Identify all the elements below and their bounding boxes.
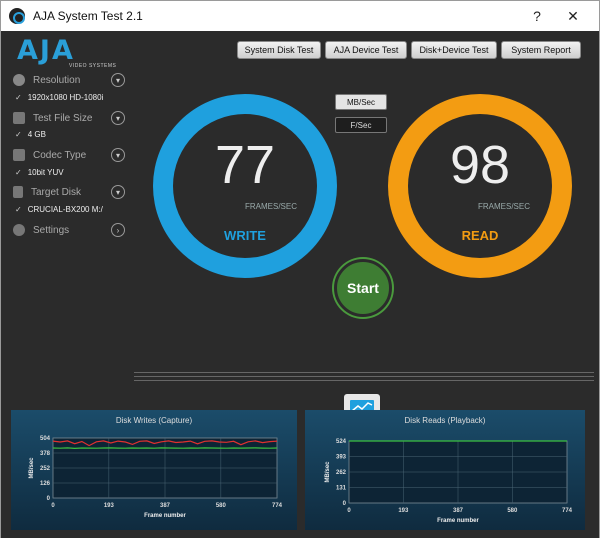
divider-line xyxy=(134,376,594,377)
y-tick-label: 524 xyxy=(336,439,347,445)
disk-icon xyxy=(13,186,23,198)
disk-reads-panel: Disk Reads (Playback) 0 131 262 393 524 0 193 3… xyxy=(305,410,585,530)
y-tick-label: 131 xyxy=(336,486,347,492)
title-bar: AJA System Test 2.1 ? ✕ xyxy=(1,1,599,31)
mbsec-toggle[interactable]: MB/Sec xyxy=(335,94,387,110)
y-tick-label: 504 xyxy=(40,436,51,442)
sidebar-item-label: Test File Size xyxy=(33,112,93,124)
read-label: READ xyxy=(461,228,499,243)
resolution-value: ✓ 1920x1080 HD-1080i xyxy=(15,93,103,102)
y-tick-label: 252 xyxy=(40,466,51,472)
write-value: 77 xyxy=(214,135,276,195)
close-button[interactable]: ✕ xyxy=(555,1,591,31)
read-value: 98 xyxy=(449,135,511,195)
x-tick-label: 580 xyxy=(216,503,227,509)
y-tick-label: 0 xyxy=(47,496,51,502)
y-tick-label: 126 xyxy=(40,481,51,487)
sidebar-item-target-disk[interactable]: Target Disk ▾ xyxy=(13,183,125,201)
write-label: WRITE xyxy=(224,228,266,243)
window-title: AJA System Test 2.1 xyxy=(33,9,143,23)
fsec-toggle[interactable]: F/Sec xyxy=(335,117,387,133)
y-tick-label: 262 xyxy=(336,470,347,476)
tab-disk-device-test[interactable]: Disk+Device Test xyxy=(411,41,497,59)
disk-writes-panel: Disk Writes (Capture) 0 126 252 378 504 0 193 3… xyxy=(11,410,297,530)
divider-line xyxy=(134,372,594,373)
chevron-down-icon[interactable]: ▾ xyxy=(111,111,125,125)
x-tick-label: 774 xyxy=(272,503,283,509)
sidebar-item-test-file-size[interactable]: Test File Size ▾ xyxy=(13,109,125,127)
y-axis-label: MB/sec xyxy=(29,457,35,479)
x-tick-label: 774 xyxy=(562,508,573,514)
help-button[interactable]: ? xyxy=(519,1,555,31)
write-gauge: 77 FRAMES/SEC WRITE xyxy=(153,94,337,278)
aja-logo: AJA VIDEO SYSTEMS xyxy=(17,35,117,69)
series-line xyxy=(52,447,278,450)
x-tick-label: 193 xyxy=(104,503,115,509)
divider-line xyxy=(134,380,594,381)
value-text: 10bit YUV xyxy=(27,168,64,177)
file-size-value: ✓ 4 GB xyxy=(15,130,46,139)
chevron-down-icon[interactable]: ▾ xyxy=(111,185,125,199)
main-panel: AJA VIDEO SYSTEMS Resolution ▾ ✓ 1920x108… xyxy=(1,31,599,538)
y-tick-label: 378 xyxy=(40,451,51,457)
chevron-down-icon[interactable]: ▾ xyxy=(111,148,125,162)
disk-reads-chart: 0 131 262 393 524 0 193 387 580 774 Frame number MB… xyxy=(325,439,573,524)
value-text: 1920x1080 HD-1080i xyxy=(27,93,104,102)
x-tick-label: 387 xyxy=(453,508,464,514)
x-tick-label: 0 xyxy=(51,503,55,509)
sidebar-item-settings[interactable]: Settings › xyxy=(13,221,125,239)
value-text: CRUCIAL-BX200 M:/ xyxy=(27,205,103,214)
check-icon: ✓ xyxy=(15,93,22,102)
resolution-icon xyxy=(13,74,25,86)
x-tick-label: 0 xyxy=(347,508,351,514)
read-unit: FRAMES/SEC xyxy=(478,202,531,211)
read-gauge: 98 FRAMES/SEC READ xyxy=(388,94,572,278)
chevron-down-icon[interactable]: ▾ xyxy=(111,73,125,87)
tab-system-disk-test[interactable]: System Disk Test xyxy=(237,41,321,59)
y-axis-label: MB/sec xyxy=(325,461,331,483)
file-icon xyxy=(13,112,25,124)
codec-icon xyxy=(13,149,25,161)
chevron-right-icon[interactable]: › xyxy=(111,223,125,237)
check-icon: ✓ xyxy=(15,205,22,214)
disk-writes-chart: 0 126 252 378 504 0 193 387 580 774 Frame number MB… xyxy=(29,436,283,519)
write-unit: FRAMES/SEC xyxy=(245,202,298,211)
tab-aja-device-test[interactable]: AJA Device Test xyxy=(325,41,407,59)
sidebar-item-label: Target Disk xyxy=(31,186,82,198)
y-tick-label: 0 xyxy=(343,501,347,507)
sidebar-item-resolution[interactable]: Resolution ▾ xyxy=(13,71,125,89)
app-window: AJA System Test 2.1 ? ✕ AJA VIDEO SYSTEM… xyxy=(0,0,600,538)
target-disk-value: ✓ CRUCIAL-BX200 M:/ xyxy=(15,205,103,214)
sidebar-item-label: Resolution xyxy=(33,74,81,86)
tab-system-report[interactable]: System Report xyxy=(501,41,581,59)
x-axis-label: Frame number xyxy=(144,513,186,519)
app-icon xyxy=(9,8,25,24)
gear-icon xyxy=(13,224,25,236)
start-button[interactable]: Start xyxy=(334,259,392,317)
check-icon: ✓ xyxy=(15,130,22,139)
y-tick-label: 393 xyxy=(336,455,347,461)
x-tick-label: 387 xyxy=(160,503,171,509)
logo-subtitle: VIDEO SYSTEMS xyxy=(69,63,117,69)
sidebar-item-codec-type[interactable]: Codec Type ▾ xyxy=(13,146,125,164)
codec-value: ✓ 10bit YUV xyxy=(15,168,64,177)
x-tick-label: 193 xyxy=(398,508,409,514)
sidebar-item-label: Settings xyxy=(33,224,70,236)
sidebar-item-label: Codec Type xyxy=(33,149,87,161)
x-tick-label: 580 xyxy=(507,508,518,514)
x-axis-label: Frame number xyxy=(437,518,479,524)
value-text: 4 GB xyxy=(27,130,46,139)
logo-text: AJA xyxy=(17,35,75,66)
check-icon: ✓ xyxy=(15,168,22,177)
